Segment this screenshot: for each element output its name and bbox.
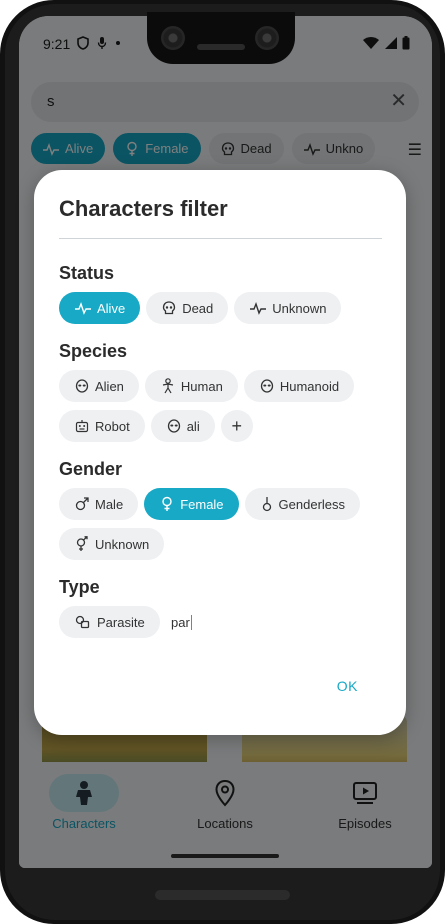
human-icon: [162, 378, 174, 394]
chip-label: Alien: [95, 378, 124, 394]
species-chip-human[interactable]: Human: [144, 370, 238, 402]
status-chip-unknown[interactable]: Unknown: [234, 292, 342, 324]
alien-icon: [260, 379, 273, 393]
camera-notch: [147, 12, 295, 64]
species-chip-alien[interactable]: Alien: [59, 370, 139, 402]
status-chip-group: Alive Dead Unknown: [59, 292, 342, 324]
gender-chip-group-row2: Unknown: [59, 528, 165, 560]
unknown-gender-icon: [76, 536, 88, 551]
species-chip-ali[interactable]: ali: [150, 410, 215, 442]
bottom-speaker: [155, 890, 290, 900]
chip-label: Human: [180, 378, 223, 394]
section-title-gender: Gender: [59, 459, 123, 479]
camera-icon: [161, 26, 185, 50]
type-chip-parasite[interactable]: Parasite: [59, 606, 160, 638]
section-title-species: Species: [59, 341, 128, 361]
species-chip-group-row2: Robot ali +: [59, 410, 253, 442]
species-chip-humanoid[interactable]: Humanoid: [243, 370, 355, 402]
female-icon: [162, 496, 172, 511]
chip-label: Alive: [97, 300, 126, 316]
divider: [59, 238, 382, 239]
pulse-icon: [75, 301, 91, 315]
chip-label: ali: [186, 418, 200, 434]
earpiece: [197, 44, 245, 50]
ok-button[interactable]: OK: [337, 678, 358, 694]
gender-chip-female[interactable]: Female: [144, 488, 239, 520]
status-chip-dead[interactable]: Dead: [146, 292, 229, 324]
add-species-button[interactable]: +: [220, 410, 253, 442]
robot-icon: [75, 420, 89, 433]
alien-icon: [75, 379, 89, 393]
type-input-value: par: [171, 615, 190, 630]
species-chip-group: Alien Human Humanoid: [59, 370, 355, 402]
type-input[interactable]: par: [171, 615, 193, 630]
chip-label: Male: [95, 496, 124, 512]
chip-label: Female: [180, 496, 224, 512]
dialog-title: Characters filter: [59, 196, 228, 221]
status-chip-alive[interactable]: Alive: [59, 292, 141, 324]
characters-filter-dialog: Characters filter Status Alive Dead Unkn…: [34, 170, 406, 735]
male-icon: [75, 497, 89, 511]
chip-label: Humanoid: [279, 378, 340, 394]
chip-label: Parasite: [97, 614, 145, 630]
parasite-icon: [75, 615, 90, 629]
chip-label: Robot: [95, 418, 130, 434]
section-title-status: Status: [59, 263, 115, 283]
species-chip-robot[interactable]: Robot: [59, 410, 145, 442]
chip-label: Unknown: [272, 300, 327, 316]
gender-chip-group: Male Female Genderless: [59, 488, 361, 520]
genderless-icon: [262, 497, 271, 512]
alien-icon: [167, 419, 180, 433]
gender-chip-male[interactable]: Male: [59, 488, 139, 520]
chip-label: Genderless: [278, 496, 346, 512]
pulse-icon: [250, 301, 267, 315]
type-chip-group: Parasite: [59, 606, 160, 638]
section-title-type: Type: [59, 577, 100, 597]
chip-label: Dead: [182, 300, 214, 316]
skull-icon: [163, 301, 176, 315]
chip-label: Unknown: [95, 536, 150, 552]
text-cursor: [190, 615, 193, 630]
gender-chip-unknown[interactable]: Unknown: [59, 528, 165, 560]
camera-icon: [255, 26, 279, 50]
gender-chip-genderless[interactable]: Genderless: [244, 488, 361, 520]
